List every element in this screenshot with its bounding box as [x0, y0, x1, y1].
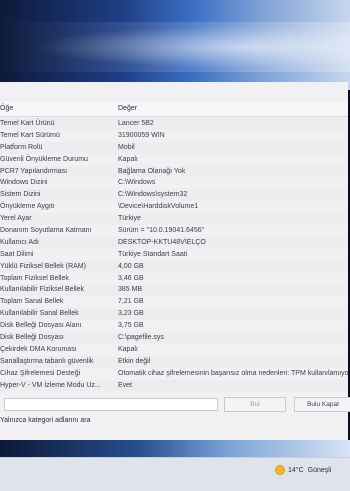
close-find-button[interactable]: Bulu Kapat: [294, 397, 350, 412]
row-item-name: Disk Belleği Dosyası: [0, 334, 64, 342]
table-row[interactable]: Kullanılabilir Fiziksel Bellek 385 MB: [0, 284, 348, 296]
row-item-value: 4,00 GB: [118, 262, 144, 270]
table-row[interactable]: Cihaz Şifrelemesi Desteği Otomatik cihaz …: [0, 368, 348, 380]
row-item-name: Yüklü Fiziksel Bellek (RAM): [0, 262, 86, 270]
row-item-value: C:\Windows\system32: [118, 191, 188, 199]
row-item-name: PCR7 Yapılandırması: [0, 167, 68, 175]
table-header: Öğe Değer: [0, 102, 348, 117]
row-item-value: Kapalı: [118, 345, 138, 353]
table-row[interactable]: Hyper-V - VM İzleme Modu Uz... Evet: [0, 380, 348, 392]
system-info-window: Öğe Değer Temel Kart Ürünü Lancer 5B2 Teme…: [0, 82, 350, 442]
sun-icon: [276, 466, 284, 474]
row-item-name: Sanallaştırma tabanlı güvenlik: [0, 357, 94, 365]
table-row[interactable]: Toplam Sanal Bellek 7,21 GB: [0, 296, 348, 308]
row-item-name: Güvenli Önyükleme Durumu: [0, 155, 88, 163]
row-item-name: Kullanılabilir Fiziksel Bellek: [0, 286, 85, 294]
row-item-value: C:\pagefile.sys: [118, 334, 164, 342]
row-item-name: Windows Dizini: [0, 179, 48, 187]
find-bar: Bul Bulu Kapat: [0, 395, 350, 413]
row-item-name: Saat Dilimi: [0, 250, 34, 258]
row-item-value: Evet: [118, 381, 133, 389]
column-header-item[interactable]: Öğe: [0, 105, 13, 112]
table-row[interactable]: Çekirdek DMA Koruması Kapalı: [0, 344, 348, 356]
row-item-name: Kullanıcı Adı: [0, 238, 39, 246]
taskbar: 14°C Güneşli: [0, 457, 350, 491]
table-row[interactable]: Sistem Dizini C:\Windows\system32: [0, 189, 348, 201]
row-item-value: 3,46 GB: [118, 274, 144, 282]
row-item-name: Yerel Ayar: [0, 215, 32, 223]
row-item-value: Lancer 5B2: [118, 120, 154, 127]
row-item-name: Disk Belleği Dosyası Alanı: [0, 322, 82, 330]
row-item-name: Hyper-V - VM İzleme Modu Uz...: [0, 381, 101, 389]
row-item-value: Kapalı: [118, 155, 138, 163]
table-row[interactable]: Temel Kart Sürümü 31900059 WIN: [0, 130, 348, 142]
row-item-value: Mobil: [118, 143, 135, 151]
column-header-value[interactable]: Değer: [118, 105, 137, 112]
row-item-value: 3,23 GB: [118, 310, 144, 318]
row-item-value: Türkiye Standart Saati: [118, 250, 188, 258]
find-button[interactable]: Bul: [224, 397, 286, 412]
table-row[interactable]: Kullanıcı Adı DESKTOP-KKTU48V\ELÇO: [0, 237, 348, 249]
row-item-value: Bağlama Olanağı Yok: [118, 167, 186, 175]
table-row[interactable]: Toplam Fiziksel Bellek 3,46 GB: [0, 273, 348, 285]
table-row[interactable]: Saat Dilimi Türkiye Standart Saati: [0, 249, 348, 261]
weather-condition: Güneşli: [307, 466, 332, 474]
row-item-value: \Device\HarddiskVolume1: [118, 203, 199, 211]
table-row[interactable]: Donanım Soyutlama Katmanı Sürüm = "10.0.1…: [0, 225, 348, 237]
find-input[interactable]: [4, 398, 218, 411]
table-row[interactable]: PCR7 Yapılandırması Bağlama Olanağı Yok: [0, 166, 348, 178]
weather-temperature: 14°C: [288, 466, 304, 474]
row-item-name: Temel Kart Sürümü: [0, 131, 60, 139]
row-item-value: 3,75 GB: [118, 322, 144, 330]
table-row[interactable]: Platform Rolü Mobil: [0, 142, 348, 154]
row-item-name: Platform Rolü: [0, 143, 43, 151]
row-item-value: 31900059 WIN: [118, 131, 165, 139]
row-item-name: Donanım Soyutlama Katmanı: [0, 227, 92, 235]
table-row[interactable]: Sanallaştırma tabanlı güvenlik Etkin deği…: [0, 356, 348, 368]
row-item-value: Etkin değil: [118, 357, 151, 365]
row-item-name: Toplam Sanal Bellek: [0, 298, 64, 306]
row-item-name: Kullanılabilir Sanal Bellek: [0, 310, 79, 318]
row-item-name: Sistem Dizini: [0, 191, 41, 199]
row-item-name: Temel Kart Ürünü: [0, 120, 55, 127]
table-row[interactable]: Kullanılabilir Sanal Bellek 3,23 GB: [0, 308, 348, 320]
table-body: Temel Kart Ürünü Lancer 5B2 Temel Kart Sür…: [0, 118, 348, 391]
wallpaper-clouds: [0, 22, 350, 72]
row-item-value: Türkiye: [118, 215, 141, 223]
row-item-value: Sürüm = "10.0.19041.6456": [118, 227, 205, 235]
weather-widget[interactable]: 14°C Güneşli: [276, 466, 331, 474]
row-item-value: DESKTOP-KKTU48V\ELÇO: [118, 238, 206, 246]
search-category-names-only[interactable]: Yalnızca kategori adlarını ara: [0, 417, 91, 424]
table-row[interactable]: Disk Belleği Dosyası C:\pagefile.sys: [0, 332, 348, 344]
row-item-name: Çekirdek DMA Koruması: [0, 345, 77, 353]
table-row[interactable]: Temel Kart Ürünü Lancer 5B2: [0, 118, 348, 130]
table-row[interactable]: Yüklü Fiziksel Bellek (RAM) 4,00 GB: [0, 261, 348, 273]
table-row[interactable]: Windows Dizini C:\Windows: [0, 177, 348, 189]
row-item-name: Önyükleme Aygıtı: [0, 203, 55, 211]
table-row[interactable]: Yerel Ayar Türkiye: [0, 213, 348, 225]
row-item-value: 7,21 GB: [118, 298, 144, 306]
table-row[interactable]: Güvenli Önyükleme Durumu Kapalı: [0, 154, 348, 166]
row-item-name: Cihaz Şifrelemesi Desteği: [0, 369, 81, 377]
row-item-name: Toplam Fiziksel Bellek: [0, 274, 69, 282]
row-item-value: 385 MB: [118, 286, 143, 294]
table-row[interactable]: Önyükleme Aygıtı \Device\HarddiskVolume1: [0, 201, 348, 213]
table-row[interactable]: Disk Belleği Dosyası Alanı 3,75 GB: [0, 320, 348, 332]
row-item-value: Otomatik cihaz şifrelemesinin başarısız …: [118, 369, 348, 377]
row-item-value: C:\Windows: [118, 179, 156, 187]
